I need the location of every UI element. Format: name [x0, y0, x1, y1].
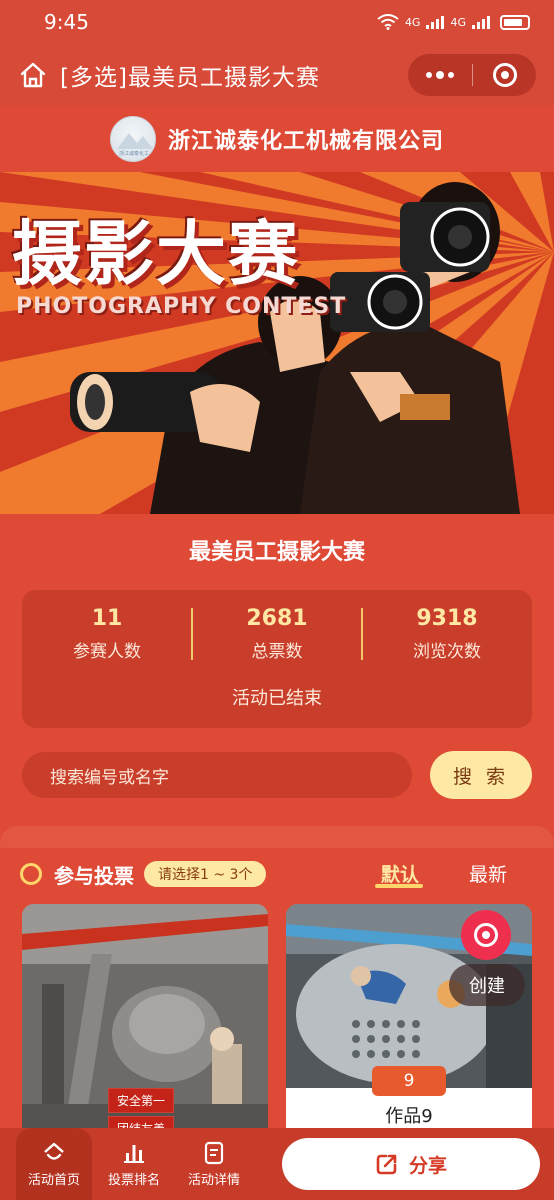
entry-name: 作品9 — [385, 1106, 433, 1127]
signal-icon-2 — [472, 15, 490, 29]
tab-label: 投票排名 — [107, 1172, 160, 1188]
banner-subtitle: PHOTOGRAPHY CONTEST — [16, 294, 347, 319]
tab-home[interactable]: 活动首页 — [16, 1128, 92, 1200]
sort-newest-tab[interactable]: 最新 — [469, 860, 507, 887]
section-divider — [0, 826, 554, 848]
create-label[interactable]: 创建 — [449, 964, 525, 1006]
stat-label: 参赛人数 — [73, 642, 141, 662]
home-icon — [20, 62, 46, 88]
stat-value: 11 — [91, 606, 123, 631]
tab-details[interactable]: 活动详情 — [176, 1128, 252, 1200]
vote-section-title: 参与投票 — [54, 863, 134, 888]
activity-title: 最美员工摄影大赛 — [188, 540, 365, 565]
more-dot-icon — [436, 71, 444, 79]
home-button[interactable] — [18, 60, 48, 90]
stat-value: 2681 — [246, 606, 308, 631]
stat-label: 浏览次数 — [413, 642, 481, 662]
create-button[interactable]: 创建 — [449, 910, 525, 1006]
target-icon — [474, 923, 498, 947]
entry-badge: 安全第一 — [108, 1088, 175, 1113]
page-title: [多选]最美员工摄影大赛 — [60, 65, 320, 91]
close-program-button[interactable] — [473, 54, 536, 96]
home-tab-icon — [44, 1142, 64, 1160]
more-dot-icon — [448, 72, 454, 78]
stat-total-votes: 2681 总票数 — [192, 606, 362, 662]
status-bar: 9:45 4G 4G — [0, 0, 554, 44]
stats-card: 11 参赛人数 2681 总票数 9318 浏览次数 活动已结束 — [22, 590, 532, 728]
activity-status: 活动已结束 — [232, 688, 322, 709]
more-dot-icon — [426, 72, 432, 78]
status-icons: 4G 4G — [377, 14, 530, 30]
bottom-tab-bar: 活动首页 投票排名 活动详情 分享 — [0, 1128, 554, 1200]
share-icon — [376, 1154, 397, 1175]
share-label: 分享 — [408, 1154, 447, 1177]
stat-views: 9318 浏览次数 — [362, 606, 532, 662]
company-logo: 浙江诚泰化工 — [109, 116, 156, 162]
entry-number: 9 — [372, 1066, 446, 1096]
target-icon — [492, 63, 517, 87]
search-input[interactable]: 搜索编号或名字 — [22, 752, 412, 798]
entry-card[interactable]: 安全第一 团结友善 — [22, 904, 268, 1144]
wifi-icon — [377, 14, 399, 30]
tab-ranking[interactable]: 投票排名 — [96, 1128, 172, 1200]
more-menu-button[interactable] — [408, 54, 472, 96]
create-fab[interactable] — [461, 910, 511, 960]
mini-program-capsule — [408, 54, 536, 96]
vote-section-header: 参与投票 请选择1 ~ 3个 默认 最新 — [0, 848, 554, 900]
company-name: 浙江诚泰化工机械有限公司 — [167, 129, 444, 154]
tab-label: 活动首页 — [27, 1172, 80, 1188]
circle-icon — [20, 863, 42, 885]
entry-photo: 安全第一 团结友善 — [22, 904, 268, 1144]
search-button[interactable]: 搜 索 — [430, 751, 532, 799]
tab-label: 活动详情 — [187, 1172, 240, 1188]
banner-image: 摄影大赛 PHOTOGRAPHY CONTEST — [0, 172, 554, 514]
bar-chart-icon — [124, 1144, 144, 1163]
status-time: 9:45 — [44, 10, 89, 34]
share-button[interactable]: 分享 — [282, 1138, 540, 1190]
vote-hint-badge: 请选择1 ~ 3个 — [144, 861, 267, 887]
stat-value: 9318 — [416, 606, 478, 631]
company-header: 浙江诚泰化工 浙江诚泰化工机械有限公司 — [0, 106, 554, 172]
sort-active-indicator — [375, 884, 423, 888]
network-type-1: 4G — [404, 15, 421, 29]
battery-icon — [500, 14, 530, 30]
stat-participants: 11 参赛人数 — [22, 606, 192, 662]
sort-default-tab[interactable]: 默认 — [381, 860, 419, 887]
document-icon — [204, 1141, 224, 1164]
stat-label: 总票数 — [251, 642, 303, 662]
network-type-2: 4G — [450, 15, 466, 29]
signal-icon — [426, 15, 445, 29]
company-logo-text: 浙江诚泰化工 — [119, 150, 149, 157]
nav-bar: [多选]最美员工摄影大赛 — [0, 44, 554, 106]
banner-title: 摄影大赛 — [12, 212, 300, 295]
